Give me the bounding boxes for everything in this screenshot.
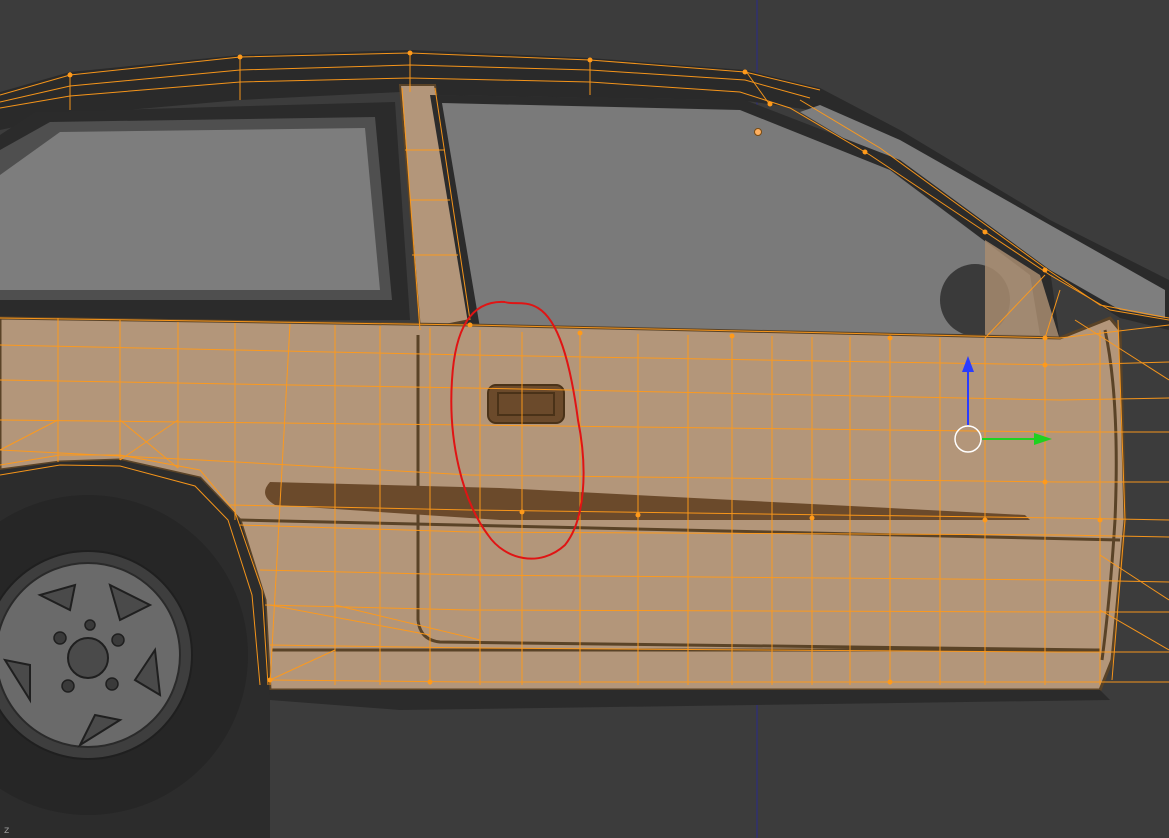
axis-indicator-label: z (4, 825, 10, 836)
wheel-hub (67, 637, 109, 679)
rear-window-glass (0, 128, 380, 290)
viewport-canvas[interactable] (0, 0, 1169, 838)
door-handle (487, 384, 565, 424)
3d-viewport[interactable]: z (0, 0, 1169, 838)
selected-vertex[interactable] (754, 128, 762, 136)
